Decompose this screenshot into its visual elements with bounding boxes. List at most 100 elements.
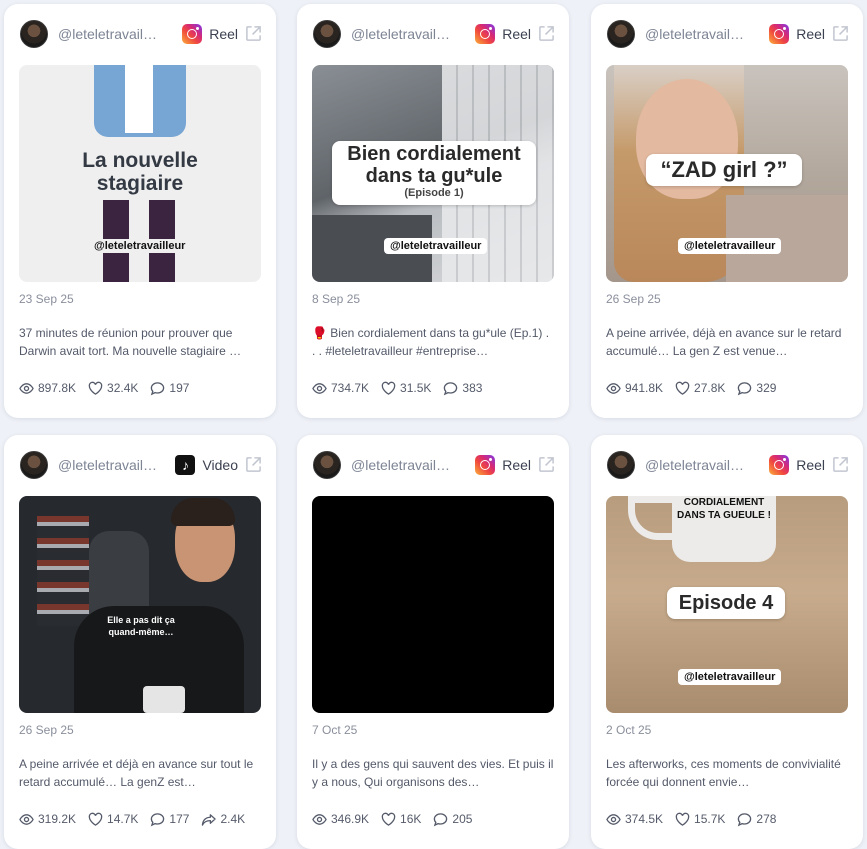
post-caption: Il y a des gens qui sauvent des vies. Et… [312, 757, 554, 789]
watermark: @leteletravailleur [384, 238, 488, 254]
post-card[interactable]: @leteletravailleur Reel CORDIALEMENT DAN… [591, 435, 863, 849]
heart-icon [675, 812, 690, 826]
post-header: @leteletravaill… ♪ Video [20, 451, 262, 479]
post-thumbnail[interactable]: Elle a pas dit ça quand-même… [19, 496, 261, 713]
comment-icon [738, 812, 752, 826]
avatar[interactable] [607, 20, 635, 48]
external-link-icon[interactable] [832, 456, 849, 473]
comment-icon [738, 381, 752, 395]
post-thumbnail[interactable] [312, 496, 554, 713]
post-card[interactable]: @leteletravailleur Reel La nouvelle stag… [4, 4, 276, 418]
platform-badge: Reel [182, 24, 238, 44]
views-count: 374.5K [625, 812, 664, 826]
post-type-label: Video [202, 457, 238, 473]
comments-count: 197 [169, 381, 190, 395]
post-stats: 941.8K 27.8K 329 [606, 380, 788, 396]
shares-count: 2.4K [220, 812, 246, 826]
instagram-icon [475, 455, 496, 475]
instagram-icon [769, 455, 790, 475]
avatar[interactable] [607, 451, 635, 479]
heart-icon [381, 812, 396, 826]
comment-icon [434, 812, 448, 826]
comment-icon [444, 381, 458, 395]
external-link-icon[interactable] [538, 25, 555, 42]
post-header: @leteletravailleur Reel [313, 20, 555, 48]
person-shirt [125, 65, 153, 133]
views-stat: 346.9K [312, 812, 369, 827]
avatar[interactable] [313, 20, 341, 48]
avatar[interactable] [313, 451, 341, 479]
post-caption: A peine arrivée et déjà en avance sur to… [19, 757, 254, 789]
comments-stat: 278 [737, 812, 776, 827]
account-handle[interactable]: @leteletravailleur [645, 26, 747, 42]
thumbnail-overlay-text: La nouvelle stagiaire [82, 149, 198, 195]
mug [143, 686, 185, 713]
instagram-icon [769, 24, 790, 44]
post-stats: 319.2K 14.7K 177 2.4K [19, 811, 257, 827]
post-type-label: Reel [796, 26, 825, 42]
post-stats: 374.5K 15.7K 278 [606, 811, 788, 827]
platform-badge: ♪ Video [175, 455, 238, 475]
likes-count: 14.7K [107, 812, 139, 826]
post-date: 26 Sep 25 [606, 292, 661, 306]
man-hair [171, 498, 235, 526]
post-card[interactable]: @leteletravailleur Reel “ZAD girl ?” @le… [591, 4, 863, 418]
comments-count: 177 [169, 812, 190, 826]
post-stats: 346.9K 16K 205 [312, 811, 484, 827]
thumbnail-overlay-text: “ZAD girl ?” [646, 154, 802, 186]
instagram-icon [182, 24, 203, 44]
post-date: 7 Oct 25 [312, 723, 358, 737]
likes-stat: 15.7K [675, 812, 725, 827]
views-stat: 319.2K [19, 812, 76, 827]
avatar[interactable] [20, 451, 48, 479]
eye-icon [312, 382, 327, 394]
post-card[interactable]: @leteletravailleur Reel Bien cordialemen… [297, 4, 569, 418]
comments-count: 278 [756, 812, 777, 826]
comment-icon [151, 812, 165, 826]
eye-icon [19, 813, 34, 825]
tiktok-icon: ♪ [175, 455, 196, 475]
eye-icon [606, 382, 621, 394]
post-thumbnail[interactable]: Bien cordialement dans ta gu*ule (Episod… [312, 65, 554, 282]
likes-count: 31.5K [400, 381, 432, 395]
post-date: 8 Sep 25 [312, 292, 361, 306]
views-count: 346.9K [331, 812, 370, 826]
post-stats: 897.8K 32.4K 197 [19, 380, 201, 396]
post-header: @leteletravailleur Reel [20, 20, 262, 48]
post-thumbnail[interactable]: La nouvelle stagiaire @leteletravailleur [19, 65, 261, 282]
avatar[interactable] [20, 20, 48, 48]
account-handle[interactable]: @leteletravailleur [351, 26, 453, 42]
eye-icon [312, 813, 327, 825]
watermark: @leteletravailleur [678, 238, 782, 254]
share-icon [202, 813, 217, 826]
post-type-label: Reel [209, 26, 238, 42]
account-handle[interactable]: @leteletravailleur [351, 457, 453, 473]
account-handle[interactable]: @leteletravailleur [645, 457, 747, 473]
bookshelf [37, 516, 89, 626]
post-card[interactable]: @leteletravailleur Reel 7 Oct 25 Il y a … [297, 435, 569, 849]
views-stat: 734.7K [312, 381, 369, 396]
heart-icon [381, 381, 396, 395]
views-count: 734.7K [331, 381, 370, 395]
external-link-icon[interactable] [245, 25, 262, 42]
likes-count: 15.7K [694, 812, 726, 826]
comments-stat: 205 [433, 812, 472, 827]
post-header: @leteletravailleur Reel [313, 451, 555, 479]
views-count: 941.8K [625, 381, 664, 395]
likes-stat: 16K [381, 812, 421, 827]
external-link-icon[interactable] [832, 25, 849, 42]
account-handle[interactable]: @leteletravailleur [58, 26, 160, 42]
mug-print: CORDIALEMENT DANS TA GUEULE ! [677, 497, 771, 521]
views-stat: 897.8K [19, 381, 76, 396]
account-handle[interactable]: @leteletravaill… [58, 457, 160, 473]
external-link-icon[interactable] [538, 456, 555, 473]
comment-icon [151, 381, 165, 395]
post-card[interactable]: @leteletravaill… ♪ Video Elle a pas dit … [4, 435, 276, 849]
external-link-icon[interactable] [245, 456, 262, 473]
views-stat: 374.5K [606, 812, 663, 827]
post-thumbnail[interactable]: CORDIALEMENT DANS TA GUEULE ! Episode 4 … [606, 496, 848, 713]
post-header: @leteletravailleur Reel [607, 451, 849, 479]
comments-stat: 383 [443, 381, 482, 396]
post-thumbnail[interactable]: “ZAD girl ?” @leteletravailleur [606, 65, 848, 282]
likes-stat: 31.5K [381, 381, 431, 396]
